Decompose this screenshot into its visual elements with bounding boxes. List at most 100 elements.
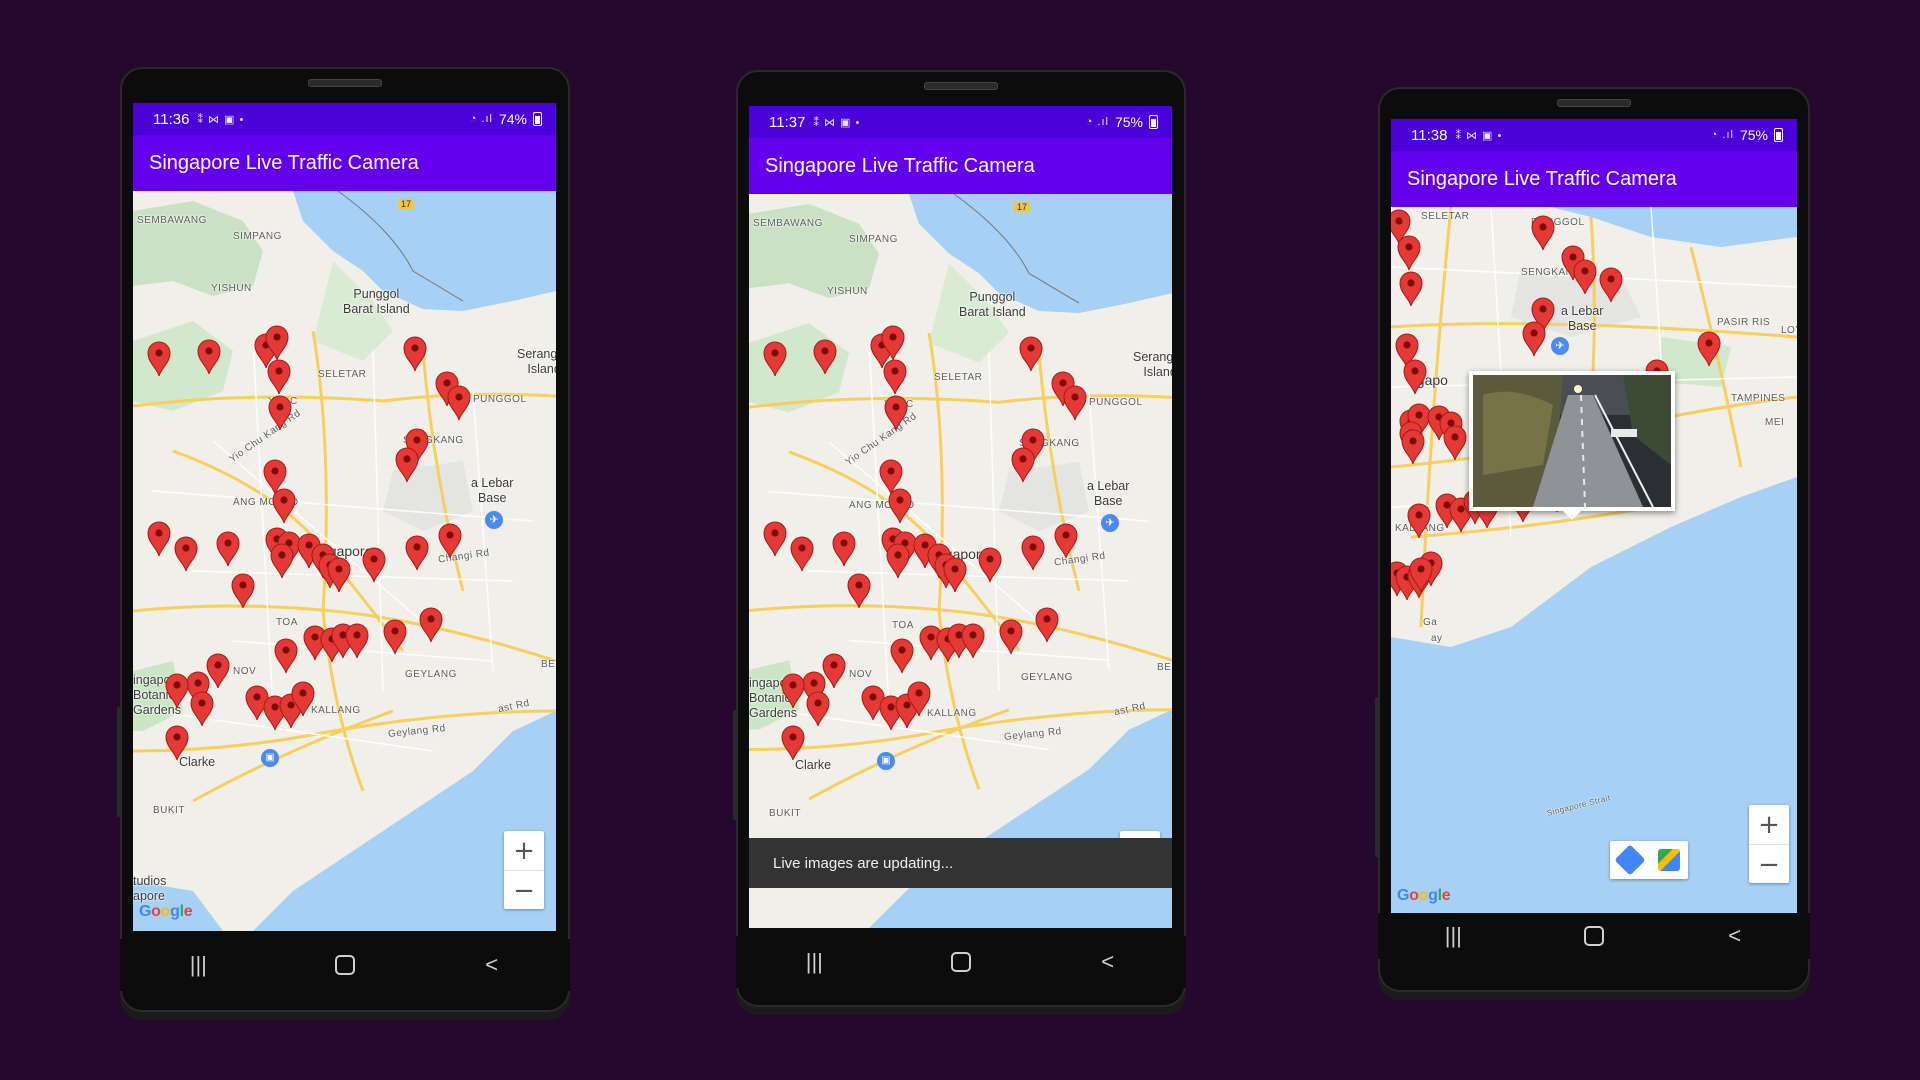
map-marker-icon[interactable] xyxy=(960,623,986,659)
map-marker-icon[interactable] xyxy=(361,547,387,583)
back-button[interactable]: < xyxy=(1715,923,1755,949)
map-marker-icon[interactable] xyxy=(1402,359,1428,395)
map-marker-icon[interactable] xyxy=(267,395,293,431)
map-marker-icon[interactable] xyxy=(446,385,472,421)
map-marker-icon[interactable] xyxy=(887,488,913,524)
recents-button[interactable]: ||| xyxy=(794,949,834,975)
map-marker-icon[interactable] xyxy=(273,638,299,674)
map-label: SIMPANG xyxy=(849,234,898,245)
map-marker-icon[interactable] xyxy=(196,339,222,375)
google-maps-icon[interactable] xyxy=(1657,849,1680,871)
map-marker-icon[interactable] xyxy=(805,691,831,727)
map-label: PUNGGOL xyxy=(473,394,527,405)
battery-percent: 74% xyxy=(498,111,527,127)
map-marker-icon[interactable] xyxy=(437,523,463,559)
map-marker-icon[interactable] xyxy=(1398,271,1424,307)
map-marker-icon[interactable] xyxy=(1598,267,1624,303)
map-marker-icon[interactable] xyxy=(264,325,290,361)
map-view[interactable]: SELETAR PUNGGOL SENGKANG a Lebar Base PAS… xyxy=(1391,207,1797,913)
map-marker-icon[interactable] xyxy=(885,543,911,579)
map-marker-icon[interactable] xyxy=(394,447,420,483)
earpiece xyxy=(1557,99,1631,107)
map-marker-icon[interactable] xyxy=(977,547,1003,583)
map-marker-icon[interactable] xyxy=(290,681,316,717)
map-marker-icon[interactable] xyxy=(382,619,408,655)
map-marker-icon[interactable] xyxy=(146,521,172,557)
map-marker-icon[interactable] xyxy=(271,488,297,524)
map-marker-icon[interactable] xyxy=(173,536,199,572)
map-marker-icon[interactable] xyxy=(269,543,295,579)
back-button[interactable]: < xyxy=(1088,949,1128,975)
back-button[interactable]: < xyxy=(472,952,512,978)
recents-button[interactable]: ||| xyxy=(1433,923,1473,949)
map-marker-icon[interactable] xyxy=(812,339,838,375)
app-bar: Singapore Live Traffic Camera xyxy=(749,138,1172,194)
map-marker-icon[interactable] xyxy=(1696,331,1722,367)
recents-button[interactable]: ||| xyxy=(178,952,218,978)
map-marker-icon[interactable] xyxy=(906,681,932,717)
home-button[interactable] xyxy=(334,955,355,975)
map-marker-icon[interactable] xyxy=(146,341,172,377)
map-marker-icon[interactable] xyxy=(831,531,857,567)
map-marker-icon[interactable] xyxy=(1521,321,1547,357)
zoom-out-button[interactable]: − xyxy=(504,871,544,910)
navigation-bar: ||| < xyxy=(120,939,570,991)
map-marker-icon[interactable] xyxy=(215,531,241,567)
map-marker-icon[interactable] xyxy=(882,359,908,395)
map-marker-icon[interactable] xyxy=(1530,215,1556,251)
map-marker-icon[interactable] xyxy=(230,573,256,609)
home-button[interactable] xyxy=(950,952,971,972)
map-marker-icon[interactable] xyxy=(846,573,872,609)
map-marker-icon[interactable] xyxy=(942,557,968,593)
map-marker-icon[interactable] xyxy=(164,725,190,761)
notification-icons: ⁑ ⋈ ▣ • xyxy=(1455,129,1503,142)
map-marker-icon[interactable] xyxy=(1396,235,1422,271)
map-marker-icon[interactable] xyxy=(889,638,915,674)
map-marker-icon[interactable] xyxy=(266,359,292,395)
map-view[interactable]: SEMBAWANG SIMPANG YISHUN Punggol Barat Is… xyxy=(749,194,1172,928)
map-marker-icon[interactable] xyxy=(998,619,1024,655)
airplane-icon[interactable]: ✈ xyxy=(485,511,503,529)
map-marker-icon[interactable] xyxy=(789,536,815,572)
map-marker-icon[interactable] xyxy=(344,623,370,659)
zoom-in-button[interactable]: + xyxy=(1749,805,1789,845)
map-marker-icon[interactable] xyxy=(164,673,190,709)
map-marker-icon[interactable] xyxy=(404,535,430,571)
map-marker-icon[interactable] xyxy=(1020,535,1046,571)
map-marker-icon[interactable] xyxy=(189,691,215,727)
map-marker-icon[interactable] xyxy=(762,341,788,377)
map-marker-icon[interactable] xyxy=(1408,557,1434,593)
battery-percent: 75% xyxy=(1739,127,1768,143)
map-marker-icon[interactable] xyxy=(780,673,806,709)
map-marker-icon[interactable] xyxy=(326,557,352,593)
map-label: BUKIT xyxy=(769,808,801,819)
map-marker-icon[interactable] xyxy=(880,325,906,361)
map-marker-icon[interactable] xyxy=(402,336,428,372)
map-marker-icon[interactable] xyxy=(780,725,806,761)
airplane-icon[interactable]: ✈ xyxy=(1101,514,1119,532)
map-marker-icon[interactable] xyxy=(1400,429,1426,465)
map-marker-icon[interactable] xyxy=(883,395,909,431)
zoom-out-button[interactable]: − xyxy=(1749,845,1789,884)
airplane-icon[interactable]: ✈ xyxy=(1551,337,1569,355)
map-marker-icon[interactable] xyxy=(1010,447,1036,483)
map-marker-icon[interactable] xyxy=(1034,607,1060,643)
map-marker-icon[interactable] xyxy=(1406,503,1432,539)
map-label: SEMBAWANG xyxy=(137,215,207,226)
wifi-signal-icon: ◔ .ıl xyxy=(469,113,493,125)
zoom-in-button[interactable]: + xyxy=(504,831,544,871)
camera-info-window[interactable] xyxy=(1469,371,1675,511)
directions-icon[interactable] xyxy=(1613,844,1646,876)
map-marker-icon[interactable] xyxy=(1442,425,1468,461)
map-marker-icon[interactable] xyxy=(1572,259,1598,295)
map-marker-icon[interactable] xyxy=(1018,336,1044,372)
shopping-icon[interactable]: ▣ xyxy=(261,749,279,767)
map-marker-icon[interactable] xyxy=(1062,385,1088,421)
shopping-icon[interactable]: ▣ xyxy=(877,752,895,770)
map-marker-icon[interactable] xyxy=(1053,523,1079,559)
map-view[interactable]: SEMBAWANG SIMPANG YISHUN Punggol Barat Is… xyxy=(133,191,556,931)
map-marker-icon[interactable] xyxy=(762,521,788,557)
map-marker-icon[interactable] xyxy=(418,607,444,643)
status-bar: 11:37 ⁑ ⋈ ▣ • ◔ .ıl 75% xyxy=(749,106,1172,138)
home-button[interactable] xyxy=(1583,926,1604,946)
